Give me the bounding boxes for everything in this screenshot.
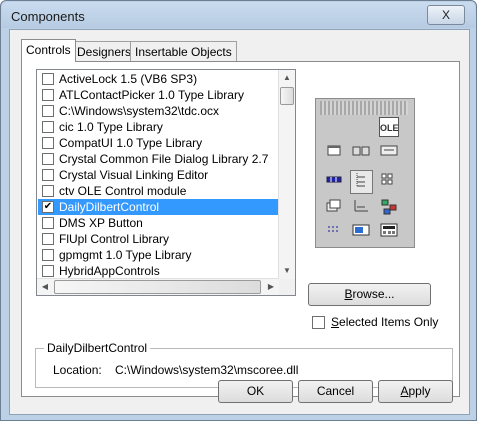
list-item-checkbox[interactable] xyxy=(42,121,54,133)
dialog-client-area: Controls Designers Insertable Objects Ac… xyxy=(9,29,470,415)
list-item-checkbox[interactable]: ✔ xyxy=(42,201,54,213)
tab-controls[interactable]: Controls xyxy=(21,39,76,62)
list-item-label: Crystal Common File Dialog Library 2.7 xyxy=(59,152,269,166)
tab-controls-label: Controls xyxy=(26,43,71,57)
list-item-checkbox[interactable] xyxy=(42,233,54,245)
list-item-label: cic 1.0 Type Library xyxy=(59,120,163,134)
list-item-label: FlUpl Control Library xyxy=(59,232,170,246)
ole-container-icon xyxy=(379,143,399,163)
list-item[interactable]: ctv OLE Control module xyxy=(38,183,279,199)
list-item[interactable]: ActiveLock 1.5 (VB6 SP3) xyxy=(38,71,279,87)
dotted-grid-icon xyxy=(324,223,344,243)
list-item-checkbox[interactable] xyxy=(42,169,54,181)
cancel-label: Cancel xyxy=(316,384,355,398)
list-item[interactable]: FlUpl Control Library xyxy=(38,231,279,247)
list-item[interactable]: HybridAppControls xyxy=(38,263,279,279)
frames-icon xyxy=(324,199,344,219)
vertical-scrollbar[interactable]: ▲ ▼ xyxy=(278,70,295,279)
tab-designers[interactable]: Designers xyxy=(72,41,137,61)
scrollbar-corner xyxy=(279,279,295,295)
close-button[interactable]: X xyxy=(427,5,465,25)
tab-designers-label: Designers xyxy=(77,45,132,59)
vertical-scroll-thumb[interactable] xyxy=(280,87,294,105)
list-item-label: HybridAppControls xyxy=(59,264,160,278)
title-bar[interactable]: Components X xyxy=(2,2,475,28)
browse-label-access-key: B xyxy=(344,287,353,301)
list-item-checkbox[interactable] xyxy=(42,249,54,261)
components-list[interactable]: ActiveLock 1.5 (VB6 SP3) ATLContactPicker… xyxy=(36,69,296,296)
scroll-right-arrow-icon[interactable]: ▶ xyxy=(263,279,279,295)
tab-insertable-objects-label: Insertable Objects xyxy=(135,45,232,59)
list-item[interactable]: cic 1.0 Type Library xyxy=(38,119,279,135)
toolbox-header xyxy=(320,101,408,115)
list-item-checkbox[interactable] xyxy=(42,153,54,165)
list-item-label: ATLContactPicker 1.0 Type Library xyxy=(59,88,244,102)
image-window-icon xyxy=(351,223,371,243)
list-item-checkbox[interactable] xyxy=(42,137,54,149)
list-item-label: ActiveLock 1.5 (VB6 SP3) xyxy=(59,72,198,86)
cancel-button[interactable]: Cancel xyxy=(298,380,373,403)
scroll-up-arrow-icon[interactable]: ▲ xyxy=(279,70,295,86)
apply-label-rest: pply xyxy=(408,384,431,398)
buttons-icon xyxy=(351,143,371,163)
list-item[interactable]: CompatUI 1.0 Type Library xyxy=(38,135,279,151)
list-item-label: gpmgmt 1.0 Type Library xyxy=(59,248,192,262)
selected-items-only-access-key: S xyxy=(331,315,340,329)
tree-view-icon xyxy=(350,170,373,194)
controls-tab-panel: ActiveLock 1.5 (VB6 SP3) ATLContactPicker… xyxy=(21,61,460,397)
close-icon: X xyxy=(441,8,450,22)
list-item[interactable]: C:\Windows\system32\tdc.ocx xyxy=(38,103,279,119)
ok-button[interactable]: OK xyxy=(218,380,293,403)
horizontal-scrollbar[interactable]: ◀ ▶ xyxy=(37,278,279,295)
apply-access-key: A xyxy=(400,384,409,398)
list-item-label: DMS XP Button xyxy=(59,216,143,230)
list-item-checkbox[interactable] xyxy=(42,73,54,85)
horizontal-scroll-thumb[interactable] xyxy=(54,280,261,294)
selected-items-only-label: Selected Items Only xyxy=(331,315,438,329)
list-item[interactable]: DMS XP Button xyxy=(38,215,279,231)
ok-label: OK xyxy=(246,384,265,398)
list-item[interactable]: ✔ DailyDilbertControl xyxy=(38,199,279,215)
list-item-checkbox[interactable] xyxy=(42,265,54,277)
list-item-checkbox[interactable] xyxy=(42,185,54,197)
list-item-label: C:\Windows\system32\tdc.ocx xyxy=(59,104,220,118)
list-item-label: ctv OLE Control module xyxy=(59,184,187,198)
list-item-label: CompatUI 1.0 Type Library xyxy=(59,136,203,150)
list-item[interactable]: Crystal Visual Linking Editor xyxy=(38,167,279,183)
list-item-label: DailyDilbertControl xyxy=(59,200,160,214)
calculator-icon xyxy=(379,223,399,243)
location-value: C:\Windows\system32\mscoree.dll xyxy=(115,363,299,377)
list-item-checkbox[interactable] xyxy=(42,217,54,229)
tab-insertable-objects[interactable]: Insertable Objects xyxy=(130,41,237,61)
list-item[interactable]: ATLContactPicker 1.0 Type Library xyxy=(38,87,279,103)
grid-icon xyxy=(379,172,399,192)
list-item-label: Crystal Visual Linking Editor xyxy=(59,168,209,182)
ole-icon: OLE xyxy=(379,117,399,137)
network-icon xyxy=(379,199,399,219)
location-label: Location: xyxy=(53,363,102,377)
ole-label: OLE xyxy=(380,123,399,133)
list-item-checkbox[interactable] xyxy=(42,89,54,101)
list-item[interactable]: Crystal Common File Dialog Library 2.7 xyxy=(38,151,279,167)
component-info-title: DailyDilbertControl xyxy=(44,341,151,355)
scroll-left-arrow-icon[interactable]: ◀ xyxy=(37,279,53,295)
toolbox-preview: OLE xyxy=(315,98,415,248)
ruler-icon xyxy=(324,172,344,192)
scroll-down-arrow-icon[interactable]: ▼ xyxy=(279,263,295,279)
selected-items-only-label-post: elected Items Only xyxy=(339,315,439,329)
browse-button[interactable]: Browse... xyxy=(308,283,431,306)
form-icon xyxy=(324,143,344,163)
list-item-checkbox[interactable] xyxy=(42,105,54,117)
components-dialog: Components X Controls Designers Insertab… xyxy=(0,0,477,421)
browse-label-post: rowse... xyxy=(352,287,395,301)
window-title: Components xyxy=(11,9,85,24)
list-item[interactable]: gpmgmt 1.0 Type Library xyxy=(38,247,279,263)
selected-items-only-box[interactable] xyxy=(312,316,325,329)
apply-button[interactable]: Apply xyxy=(378,380,453,403)
chart-icon xyxy=(351,199,371,219)
